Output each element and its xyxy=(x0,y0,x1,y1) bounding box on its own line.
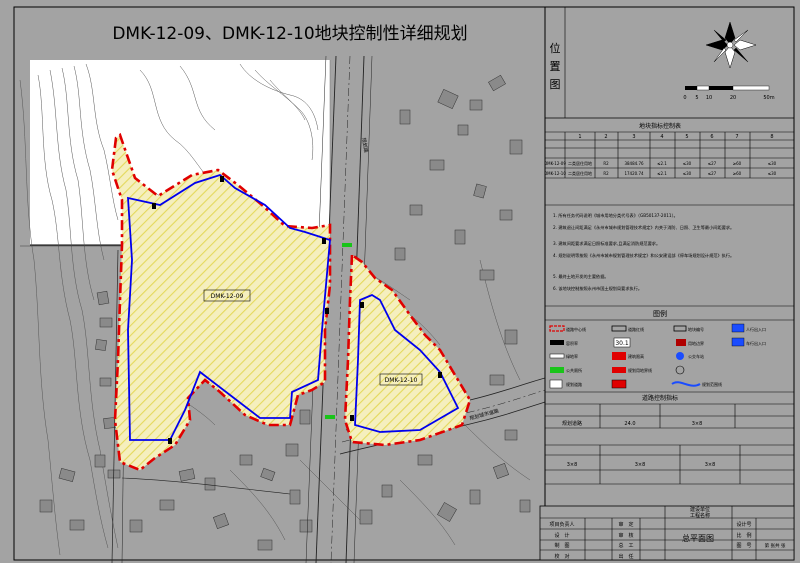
tb-value-sheet: 第 张共 张 xyxy=(765,542,786,549)
index-r2-c5: ≤30 xyxy=(683,171,692,176)
legend-label-far: 容积率 xyxy=(566,340,578,346)
road-table-title: 道路控制指标 xyxy=(642,394,678,402)
index-r1-c4: ≤2.1 xyxy=(657,161,667,166)
tb-label-review: 审 核 xyxy=(618,532,633,539)
legend-label-road-red: 道路红线 xyxy=(628,326,644,332)
scale-tick-20: 20 xyxy=(730,95,736,101)
legend-label-height: 建筑限高 xyxy=(628,353,644,359)
index-r2-c3: 17420.74 xyxy=(624,171,644,176)
parcel-boundary-red-10 xyxy=(343,252,472,447)
location-label-2: 置 xyxy=(550,60,561,73)
legend: 图例 道路中心线 道路红线 地块编号 人行出入口 容积率 30.1 用地边界 车… xyxy=(545,305,794,393)
legend-label-road-center: 道路中心线 xyxy=(566,326,586,332)
legend-label-green: 绿地率 xyxy=(566,353,578,359)
index-r1-c8: ≤30 xyxy=(768,161,777,166)
tb-label-leader: 项目负责人 xyxy=(549,521,574,528)
note-2: 2. 建筑退让间距满足《永州市城市规划管理技术规定》内关于消防、日照、卫生等最小… xyxy=(553,224,734,231)
note-5: 5. 最终土地开发的主要依据。 xyxy=(553,273,609,280)
index-col-6: 6 xyxy=(710,134,713,140)
tb-label-design-no: 设计号 xyxy=(736,521,751,528)
legend-label-parcel-no: 地块编号 xyxy=(688,326,704,332)
road-row-section: 3×8 xyxy=(692,421,703,427)
legend-label-scope: 规划范围线 xyxy=(702,381,722,387)
tb-label-approve: 审 定 xyxy=(618,521,633,528)
map-title: DMK-12-09、DMK-12-10地块控制性详细规划 xyxy=(112,24,467,44)
location-label-3: 图 xyxy=(550,78,561,91)
legend-code-value: 30.1 xyxy=(615,340,629,347)
index-r2-c8: ≤30 xyxy=(768,171,777,176)
index-col-3: 3 xyxy=(632,134,635,140)
road-table: 道路控制指标 规划道路 24.0 3×8 xyxy=(545,394,794,429)
scale-tick-0: 0 xyxy=(683,95,686,101)
planning-notes: 1. 所有任务代码说明《城市用地分类代号表》（GB50137-2011）。 2.… xyxy=(553,212,734,292)
scale-tick-5: 5 xyxy=(695,95,698,101)
planning-sheet: DMK-12-09 DMK-12-10 规划路 规划城市道路 DMK-12-09… xyxy=(13,6,795,563)
tb-label-scale: 比 例 xyxy=(736,532,751,539)
index-r1-c6: ≤27 xyxy=(708,161,717,166)
index-r1-c5: ≤30 xyxy=(683,161,692,166)
parcel-label-09: DMK-12-09 xyxy=(211,293,244,300)
index-r2-c2: R2 xyxy=(603,171,609,176)
scale-bar: 0 5 10 20 50m xyxy=(683,85,775,101)
legend-label-pedestrian: 人行出入口 xyxy=(746,326,766,332)
title-block: 建设单位 工程名称 项目负责人 设 计 制 图 校 对 审 定 审 核 总 工 … xyxy=(539,505,795,561)
tb-label-design: 设 计 xyxy=(554,532,569,539)
road-label-upper: 规划路 xyxy=(360,137,370,153)
index-r1-c3: 38484.76 xyxy=(624,161,644,166)
parcel-label-10: DMK-12-10 xyxy=(385,377,418,384)
index-r1-c1: 二类居住用地 xyxy=(568,160,592,166)
drawing-name: 总平面图 xyxy=(682,533,714,543)
index-col-1: 1 xyxy=(578,134,581,140)
scale-tick-10: 10 xyxy=(706,95,712,101)
legend-label-toilet: 公共厕所 xyxy=(566,367,582,373)
legend-label-vehicle: 车行出入口 xyxy=(746,340,766,346)
lower-table: 3×8 3×8 3×8 xyxy=(545,444,794,485)
index-r2-c4: ≤2.1 xyxy=(657,171,667,176)
tb-label-drawing-no: 图 号 xyxy=(736,543,751,549)
tb-label-draw: 制 图 xyxy=(554,542,569,549)
tb-label-check: 校 对 xyxy=(554,553,569,560)
tb-label-chief: 总 工 xyxy=(618,542,633,549)
note-3: 3. 建筑间距要求满足日照标准要求,且满足消防规范要求。 xyxy=(553,240,660,247)
index-col-5: 5 xyxy=(685,134,688,140)
project-label-name: 工程名称 xyxy=(690,512,710,519)
index-r1-c2: R2 xyxy=(603,161,609,166)
north-arrow-icon xyxy=(705,21,757,69)
legend-label-bus: 公交车站 xyxy=(688,353,704,359)
index-r1-c0: DMK-12-09 xyxy=(544,161,566,166)
right-panel: 位 置 图 0 5 10 20 50m 地块指标控制表 1 2 3 4 5 6 … xyxy=(544,7,794,506)
road-row-width: 24.0 xyxy=(624,421,635,427)
index-col-7: 7 xyxy=(735,134,738,140)
tb-label-issue: 出 任 xyxy=(618,553,633,560)
index-r2-c7: ≥60 xyxy=(733,171,742,176)
map-area: DMK-12-09 DMK-12-10 规划路 规划城市道路 xyxy=(19,55,546,563)
index-col-4: 4 xyxy=(660,134,663,140)
road-row-name: 规划道路 xyxy=(562,420,582,427)
index-r2-c0: DMK-12-10 xyxy=(544,171,566,176)
note-1: 1. 所有任务代码说明《城市用地分类代号表》（GB50137-2011）。 xyxy=(553,212,678,219)
index-table-title: 地块指标控制表 xyxy=(639,122,681,130)
index-r2-c1: 二类居住用地 xyxy=(568,170,592,176)
location-label-1: 位 xyxy=(550,41,561,55)
lower-cell-1: 3×8 xyxy=(567,462,578,468)
legend-label-planned-road: 规划道路 xyxy=(566,381,582,387)
legend-label-planned-line: 规划用地界线 xyxy=(628,367,652,373)
index-table: 地块指标控制表 1 2 3 4 5 6 7 8 DMK-12-09 二类居住用地… xyxy=(544,122,794,206)
project-label-client: 建设单位 xyxy=(690,506,710,513)
index-r1-c7: ≥60 xyxy=(733,161,742,166)
lower-cell-2: 3×8 xyxy=(635,462,646,468)
legend-label-boundary: 用地边界 xyxy=(688,340,704,346)
scale-tick-50: 50m xyxy=(763,95,774,101)
note-4: 4. 规划说明等按照《永州市城市规划管理技术规定》和公安建设部《停车场规划设计规… xyxy=(553,252,734,259)
road-label-lower: 规划城市道路 xyxy=(469,407,500,422)
index-col-2: 2 xyxy=(604,134,607,140)
lower-cell-3: 3×8 xyxy=(705,462,716,468)
note-6: 6. 该地块控制按照永州市国土规划局要求执行。 xyxy=(553,285,642,292)
index-col-8: 8 xyxy=(770,134,773,140)
index-r2-c6: ≤27 xyxy=(708,171,717,176)
legend-title: 图例 xyxy=(653,309,667,318)
